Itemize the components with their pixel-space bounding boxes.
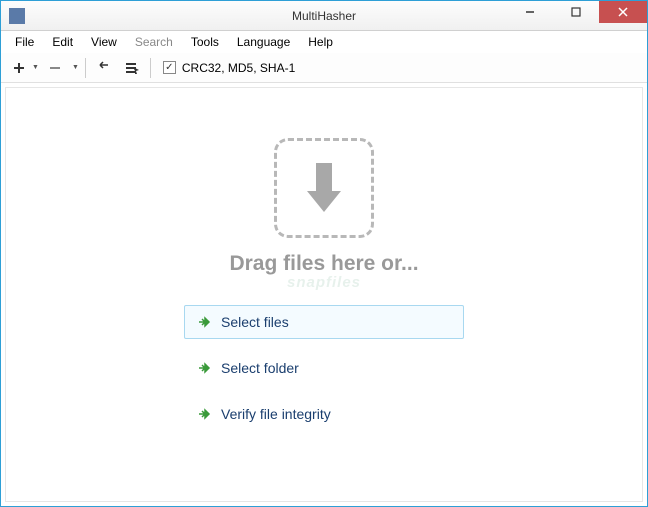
app-window: MultiHasher File Edit View Search Tools … — [0, 0, 648, 507]
select-folder-button[interactable]: Select folder — [184, 351, 464, 385]
menu-file[interactable]: File — [7, 33, 42, 51]
titlebar[interactable]: MultiHasher — [1, 1, 647, 31]
action-label: Verify file integrity — [221, 406, 331, 422]
verify-integrity-button[interactable]: Verify file integrity — [184, 397, 464, 431]
menu-tools[interactable]: Tools — [183, 33, 227, 51]
menu-help[interactable]: Help — [300, 33, 341, 51]
action-list: Select files Select folder Verify file i… — [184, 305, 464, 431]
dropdown-arrow-icon: ▼ — [32, 64, 39, 71]
close-button[interactable] — [599, 1, 647, 23]
dropzone[interactable] — [274, 138, 374, 238]
undo-arrow-icon — [97, 61, 111, 75]
window-title: MultiHasher — [292, 9, 356, 23]
remove-button[interactable] — [43, 56, 67, 80]
list-cursor-icon — [125, 61, 139, 75]
minimize-button[interactable] — [507, 1, 553, 23]
window-controls — [507, 1, 647, 30]
toolbar-separator — [150, 58, 151, 78]
maximize-button[interactable] — [553, 1, 599, 23]
remove-dropdown[interactable]: ▼ — [71, 64, 79, 71]
drag-text: Drag files here or... — [229, 252, 418, 276]
hash-label: CRC32, MD5, SHA-1 — [182, 61, 295, 75]
checkbox-icon: ✓ — [163, 61, 176, 74]
add-button[interactable]: ▼ — [7, 56, 39, 80]
arrow-right-icon — [197, 407, 211, 421]
action-label: Select folder — [221, 360, 299, 376]
close-icon — [618, 7, 628, 17]
arrow-right-icon — [197, 315, 211, 329]
refresh-button[interactable] — [120, 56, 144, 80]
dropdown-arrow-icon: ▼ — [72, 64, 79, 71]
minimize-icon — [525, 7, 535, 17]
menu-language[interactable]: Language — [229, 33, 298, 51]
menu-search[interactable]: Search — [127, 33, 181, 51]
hash-selector[interactable]: ✓ CRC32, MD5, SHA-1 — [163, 61, 295, 75]
menu-edit[interactable]: Edit — [44, 33, 81, 51]
plus-icon — [12, 61, 26, 75]
app-icon — [9, 8, 25, 24]
maximize-icon — [571, 7, 581, 17]
arrow-right-icon — [197, 361, 211, 375]
undo-button[interactable] — [92, 56, 116, 80]
minus-icon — [48, 61, 62, 75]
down-arrow-icon — [299, 158, 349, 218]
select-files-button[interactable]: Select files — [184, 305, 464, 339]
menubar: File Edit View Search Tools Language Hel… — [1, 31, 647, 53]
toolbar: ▼ ▼ ✓ CRC32, MD5, SHA-1 — [1, 53, 647, 83]
action-label: Select files — [221, 314, 289, 330]
menu-view[interactable]: View — [83, 33, 125, 51]
watermark: snapfiles — [287, 274, 361, 291]
toolbar-separator — [85, 58, 86, 78]
main-content: Drag files here or... snapfiles Select f… — [5, 87, 643, 502]
